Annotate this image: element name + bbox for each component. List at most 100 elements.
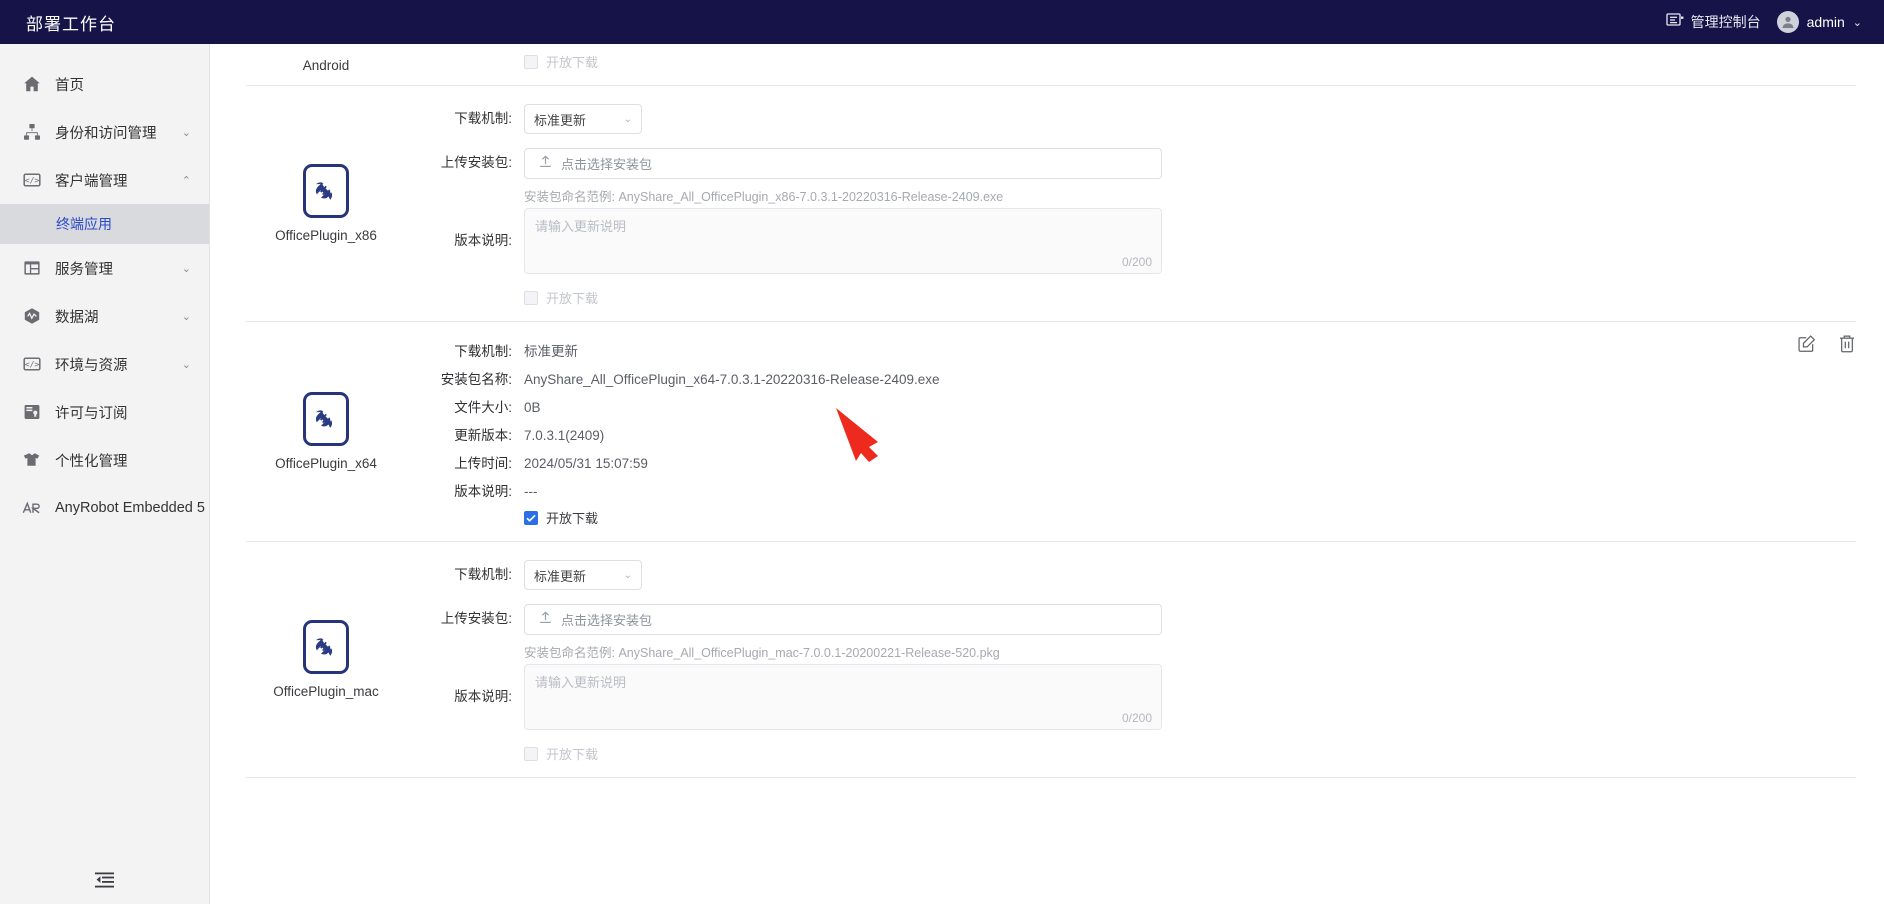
version-note-label: 版本说明:	[454, 233, 512, 248]
naming-example-hint: 安装包命名范例: AnyShare_All_OfficePlugin_x86-7…	[524, 186, 1162, 205]
version-note-label: 版本说明:	[454, 484, 512, 499]
sidebar-item-client-management[interactable]: </> 客户端管理 ⌃	[0, 156, 209, 204]
sitemap-icon	[22, 123, 41, 142]
app-section-officeplugin-x86: OfficePlugin_x86 下载机制: 标准更新 ⌄ 上传安装包: 点击选…	[246, 86, 1856, 322]
main-content[interactable]: Android 版本说明: 0/200 开放下载	[210, 44, 1884, 904]
version-note-row: 版本说明: 请输入更新说明 0/200	[406, 208, 1856, 274]
edit-icon[interactable]	[1797, 334, 1816, 353]
code-icon: </>	[22, 355, 41, 374]
app-form: 下载机制: 标准更新 ⌄ 上传安装包: 点击选择安装包 安装包命名范例: Any…	[406, 86, 1856, 321]
top-header: 部署工作台 管理控制台 admin ⌄	[0, 0, 1884, 44]
sidebar-item-label: AnyRobot Embedded 5	[55, 500, 205, 516]
app-body: 首页 身份和访问管理 ⌄ </> 客户端管理 ⌃ 终端应用 服务管理 ⌄ 数据湖…	[0, 44, 1884, 904]
page-title: 部署工作台	[26, 14, 116, 34]
app-name-label: OfficePlugin_mac	[273, 684, 379, 699]
app-section-android: Android 版本说明: 0/200 开放下载	[246, 44, 1856, 86]
header-right-group: 管理控制台 admin ⌄	[1665, 11, 1862, 33]
upload-icon	[539, 155, 552, 172]
upload-package-row: 上传安装包: 点击选择安装包 安装包命名范例: AnyShare_All_Off…	[406, 604, 1856, 668]
sidebar-item-data-lake[interactable]: 数据湖 ⌄	[0, 292, 209, 340]
app-form: 版本说明: 0/200 开放下载	[406, 44, 1856, 85]
open-download-row[interactable]: 开放下载	[524, 508, 1856, 527]
open-download-checkbox[interactable]	[524, 54, 538, 69]
sidebar-item-label: 首页	[55, 77, 84, 94]
user-name: admin	[1806, 14, 1845, 30]
chevron-down-icon: ⌄	[1852, 16, 1862, 29]
sidebar-subitem-label: 终端应用	[56, 216, 112, 232]
sidebar-item-home[interactable]: 首页	[0, 60, 209, 108]
version-note-row: 版本说明: ---	[406, 480, 1856, 500]
plugin-icon	[303, 164, 349, 218]
upload-package-row: 上传安装包: 点击选择安装包 安装包命名范例: AnyShare_All_Off…	[406, 148, 1856, 212]
naming-prefix: 安装包命名范例:	[524, 646, 615, 660]
package-name-label: 安装包名称:	[440, 372, 512, 387]
license-icon	[22, 403, 41, 422]
download-mechanism-select[interactable]: 标准更新 ⌄	[524, 104, 642, 134]
avatar	[1776, 11, 1799, 33]
upload-icon	[539, 611, 552, 628]
download-mechanism-row: 下载机制: 标准更新 ⌄	[406, 104, 1856, 134]
chevron-down-icon: ⌄	[181, 262, 191, 275]
datalake-icon	[22, 307, 41, 326]
open-download-label: 开放下载	[546, 511, 599, 526]
update-version-label: 更新版本:	[454, 428, 512, 443]
sidebar-item-label: 许可与订阅	[55, 405, 128, 422]
row-actions	[1797, 334, 1856, 353]
trash-icon[interactable]	[1838, 334, 1856, 353]
sidebar-item-label: 个性化管理	[55, 453, 128, 470]
sidebar-item-service-management[interactable]: 服务管理 ⌄	[0, 244, 209, 292]
upload-time-value: 2024/05/31 15:07:59	[524, 456, 648, 471]
naming-prefix: 安装包命名范例:	[524, 190, 615, 204]
app-root: 部署工作台 管理控制台 admin ⌄ 首页 身份和访问管理 ⌄ </> 客户端…	[0, 0, 1884, 904]
svg-text:</>: </>	[24, 176, 39, 185]
update-version-value: 7.0.3.1(2409)	[524, 428, 605, 443]
download-mechanism-select[interactable]: 标准更新 ⌄	[524, 560, 642, 590]
version-note-value: ---	[524, 484, 538, 499]
console-icon	[1665, 12, 1684, 32]
download-mechanism-value: 标准更新	[524, 344, 578, 359]
anyrobot-icon	[22, 499, 41, 518]
admin-console-label: 管理控制台	[1690, 14, 1761, 30]
plugin-icon	[303, 392, 349, 446]
naming-example-hint: 安装包命名范例: AnyShare_All_OfficePlugin_mac-7…	[524, 642, 1162, 661]
sidebar-item-label: 服务管理	[55, 261, 113, 278]
code-icon: </>	[22, 171, 41, 190]
update-version-row: 更新版本: 7.0.3.1(2409)	[406, 424, 1856, 444]
version-note-placeholder: 请输入更新说明	[535, 675, 627, 690]
download-mechanism-row: 下载机制: 标准更新	[406, 340, 1856, 360]
collapse-sidebar-button[interactable]	[0, 860, 209, 904]
open-download-row[interactable]: 开放下载	[524, 52, 1856, 71]
layout-icon	[22, 259, 41, 278]
app-form: 下载机制: 标准更新 ⌄ 上传安装包: 点击选择安装包 安装包命名范例: Any…	[406, 542, 1856, 777]
admin-console-button[interactable]: 管理控制台	[1665, 12, 1761, 32]
upload-package-button[interactable]: 点击选择安装包	[524, 148, 1162, 179]
download-mechanism-label: 下载机制:	[454, 567, 512, 582]
sidebar-item-personalization[interactable]: 个性化管理	[0, 436, 209, 484]
file-size-row: 文件大小: 0B	[406, 396, 1856, 416]
sidebar-item-license-subscription[interactable]: 许可与订阅	[0, 388, 209, 436]
chevron-down-icon: ⌄	[181, 310, 191, 323]
app-name-label: Android	[302, 58, 350, 73]
chevron-down-icon: ⌄	[181, 358, 191, 371]
sidebar-item-environment-resources[interactable]: </> 环境与资源 ⌄	[0, 340, 209, 388]
chevron-down-icon: ⌄	[623, 569, 632, 581]
upload-package-label: 上传安装包:	[440, 611, 512, 626]
sidebar-item-label: 环境与资源	[55, 357, 128, 374]
file-size-label: 文件大小:	[454, 400, 512, 415]
open-download-row[interactable]: 开放下载	[524, 288, 1856, 307]
version-note-textarea[interactable]: 请输入更新说明 0/200	[524, 208, 1162, 274]
open-download-checkbox[interactable]	[524, 746, 538, 761]
version-note-textarea[interactable]: 请输入更新说明 0/200	[524, 664, 1162, 730]
download-mechanism-label: 下载机制:	[454, 111, 512, 126]
open-download-checkbox[interactable]	[524, 290, 538, 305]
app-identity: Android	[246, 44, 406, 85]
sidebar-item-anyrobot-embedded[interactable]: AnyRobot Embedded 5	[0, 484, 209, 532]
open-download-checkbox[interactable]	[524, 510, 538, 525]
app-section-officeplugin-mac: OfficePlugin_mac 下载机制: 标准更新 ⌄ 上传安装包: 点击选…	[246, 542, 1856, 778]
sidebar-item-identity-access[interactable]: 身份和访问管理 ⌄	[0, 108, 209, 156]
upload-package-button[interactable]: 点击选择安装包	[524, 604, 1162, 635]
user-menu[interactable]: admin ⌄	[1776, 11, 1862, 33]
sidebar-item-terminal-app[interactable]: 终端应用	[0, 204, 209, 244]
open-download-row[interactable]: 开放下载	[524, 744, 1856, 763]
app-identity: OfficePlugin_x86	[246, 86, 406, 321]
